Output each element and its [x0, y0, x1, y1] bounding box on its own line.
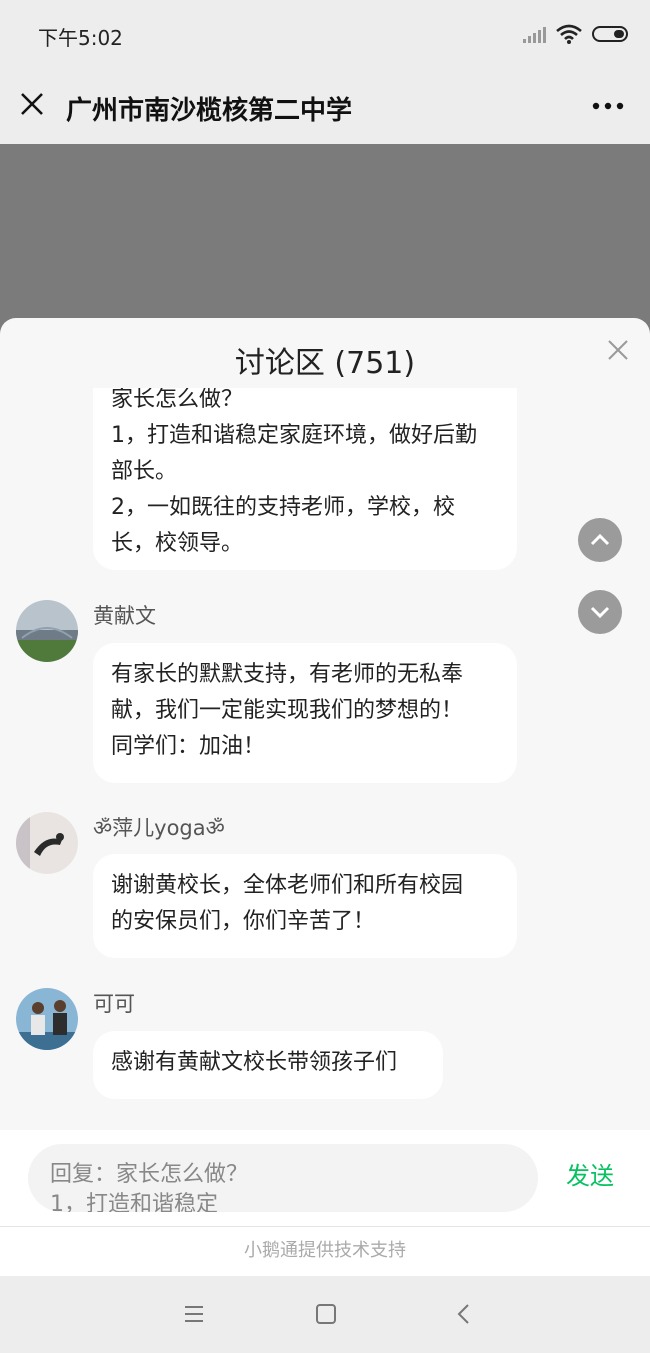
message-line: 部长。: [111, 459, 178, 484]
status-time: 下午5:02: [38, 26, 123, 50]
more-button[interactable]: [588, 92, 628, 120]
status-icons: [523, 24, 628, 44]
status-bar: 下午5:02: [0, 0, 650, 70]
page-title: 广州市南沙榄核第二中学: [66, 96, 353, 126]
page-header: 广州市南沙榄核第二中学: [0, 70, 650, 144]
battery-icon: [592, 26, 628, 42]
chevron-up-icon: [590, 533, 610, 546]
more-icon: [592, 102, 624, 110]
scroll-up-button[interactable]: [578, 518, 622, 562]
message-line: 2，一如既往的支持老师，学校，校: [111, 495, 455, 520]
close-icon: [21, 93, 43, 115]
panel-close-button[interactable]: [606, 338, 630, 362]
username: 黄献文: [93, 604, 156, 628]
message-line: 长，校领导。: [111, 531, 244, 556]
reply-text: 回复：家长怎么做？ 1，打造和谐稳定: [50, 1160, 248, 1212]
wifi-icon: [556, 24, 582, 44]
message-line: 感谢有黄献文校长带领孩子们: [111, 1050, 398, 1075]
message-line: 谢谢黄校长，全体老师们和所有校园: [111, 873, 464, 898]
message-bubble: 有家长的默默支持，有老师的无私奉 献，我们一定能实现我们的梦想的！ 同学们：加油…: [93, 643, 517, 783]
message-line: 同学们：加油！: [111, 734, 266, 759]
system-nav-bar: [0, 1276, 650, 1353]
scroll-down-button[interactable]: [578, 590, 622, 634]
message-list[interactable]: 家长怎么做？ 1，打造和谐稳定家庭环境，做好后勤 部长。 2，一如既往的支持老师…: [0, 388, 650, 1128]
message-bubble: 感谢有黄献文校长带领孩子们: [93, 1031, 443, 1099]
avatar[interactable]: [16, 600, 78, 662]
panel-title: 讨论区 (751): [234, 346, 416, 381]
menu-icon: [185, 1306, 203, 1322]
home-button[interactable]: [314, 1302, 338, 1326]
message-line: 有家长的默默支持，有老师的无私奉: [111, 662, 464, 687]
avatar[interactable]: [16, 812, 78, 874]
video-area[interactable]: [0, 144, 650, 334]
back-button[interactable]: [452, 1302, 476, 1326]
menu-button[interactable]: [182, 1302, 206, 1326]
close-button[interactable]: [14, 86, 50, 122]
signal-icon: [523, 25, 546, 43]
reply-text-line: 1，打造和谐稳定: [50, 1192, 218, 1212]
message-bubble: 家长怎么做？ 1，打造和谐稳定家庭环境，做好后勤 部长。 2，一如既往的支持老师…: [93, 388, 517, 570]
send-button[interactable]: 发送: [566, 1156, 614, 1191]
username: ॐ萍儿yogaॐ: [93, 816, 225, 840]
message-line: 家长怎么做？: [111, 388, 244, 412]
message-line: 献，我们一定能实现我们的梦想的！: [111, 698, 464, 723]
reply-input[interactable]: 回复：家长怎么做？ 1，打造和谐稳定: [28, 1144, 538, 1212]
reply-bar: 回复：家长怎么做？ 1，打造和谐稳定 发送: [0, 1130, 650, 1226]
message-line: 的安保员们，你们辛苦了！: [111, 909, 376, 934]
reply-text-line: 回复：家长怎么做？: [50, 1162, 249, 1187]
home-icon: [316, 1304, 336, 1324]
back-icon: [457, 1304, 469, 1324]
message-line: 1，打造和谐稳定家庭环境，做好后勤: [111, 423, 477, 448]
message-bubble: 谢谢黄校长，全体老师们和所有校园 的安保员们，你们辛苦了！: [93, 854, 517, 958]
avatar[interactable]: [16, 988, 78, 1050]
close-icon: [608, 340, 628, 360]
chevron-down-icon: [590, 606, 610, 619]
support-text: 小鹅通提供技术支持: [0, 1226, 650, 1276]
username: 可可: [93, 992, 135, 1016]
